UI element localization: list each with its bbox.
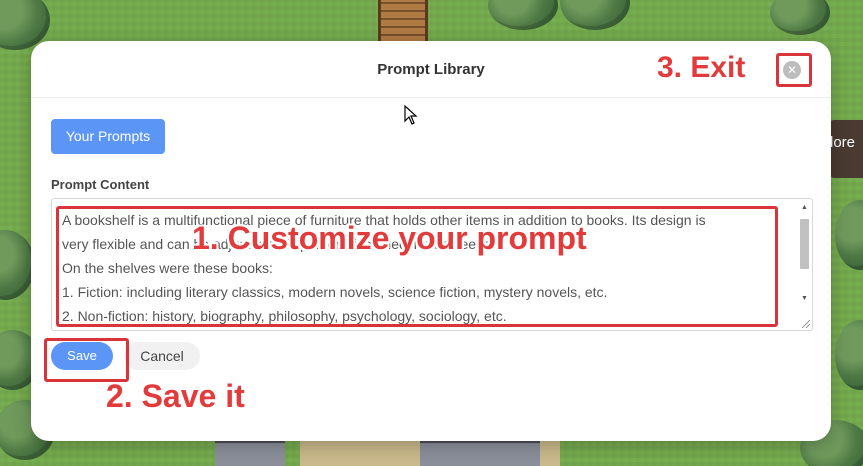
annotation-save-text: 2. Save it [106,378,245,414]
scroll-down-arrow-icon[interactable]: ▼ [801,295,808,302]
resize-grip-icon[interactable] [802,320,810,328]
annotation-customize-text: 1. Customize your prompt [192,220,587,256]
your-prompts-button[interactable]: Your Prompts [51,119,165,154]
scroll-up-arrow-icon[interactable]: ▲ [801,204,808,211]
annotation-box-exit [776,53,812,87]
building-roof [215,440,285,466]
annotation-box-save [44,338,129,382]
annotation-exit-text: 3. Exit [657,51,746,84]
side-panel-label: lore [830,134,856,151]
wooden-bridge [378,0,428,42]
side-panel-more-button[interactable]: lore [830,120,863,178]
textarea-scrollbar[interactable]: ▲ ▼ [798,201,810,326]
building-roof [420,440,540,466]
prompt-content-label: Prompt Content [51,177,150,192]
scroll-thumb[interactable] [800,219,809,269]
mouse-cursor-icon [404,105,418,125]
cancel-button[interactable]: Cancel [124,342,200,370]
